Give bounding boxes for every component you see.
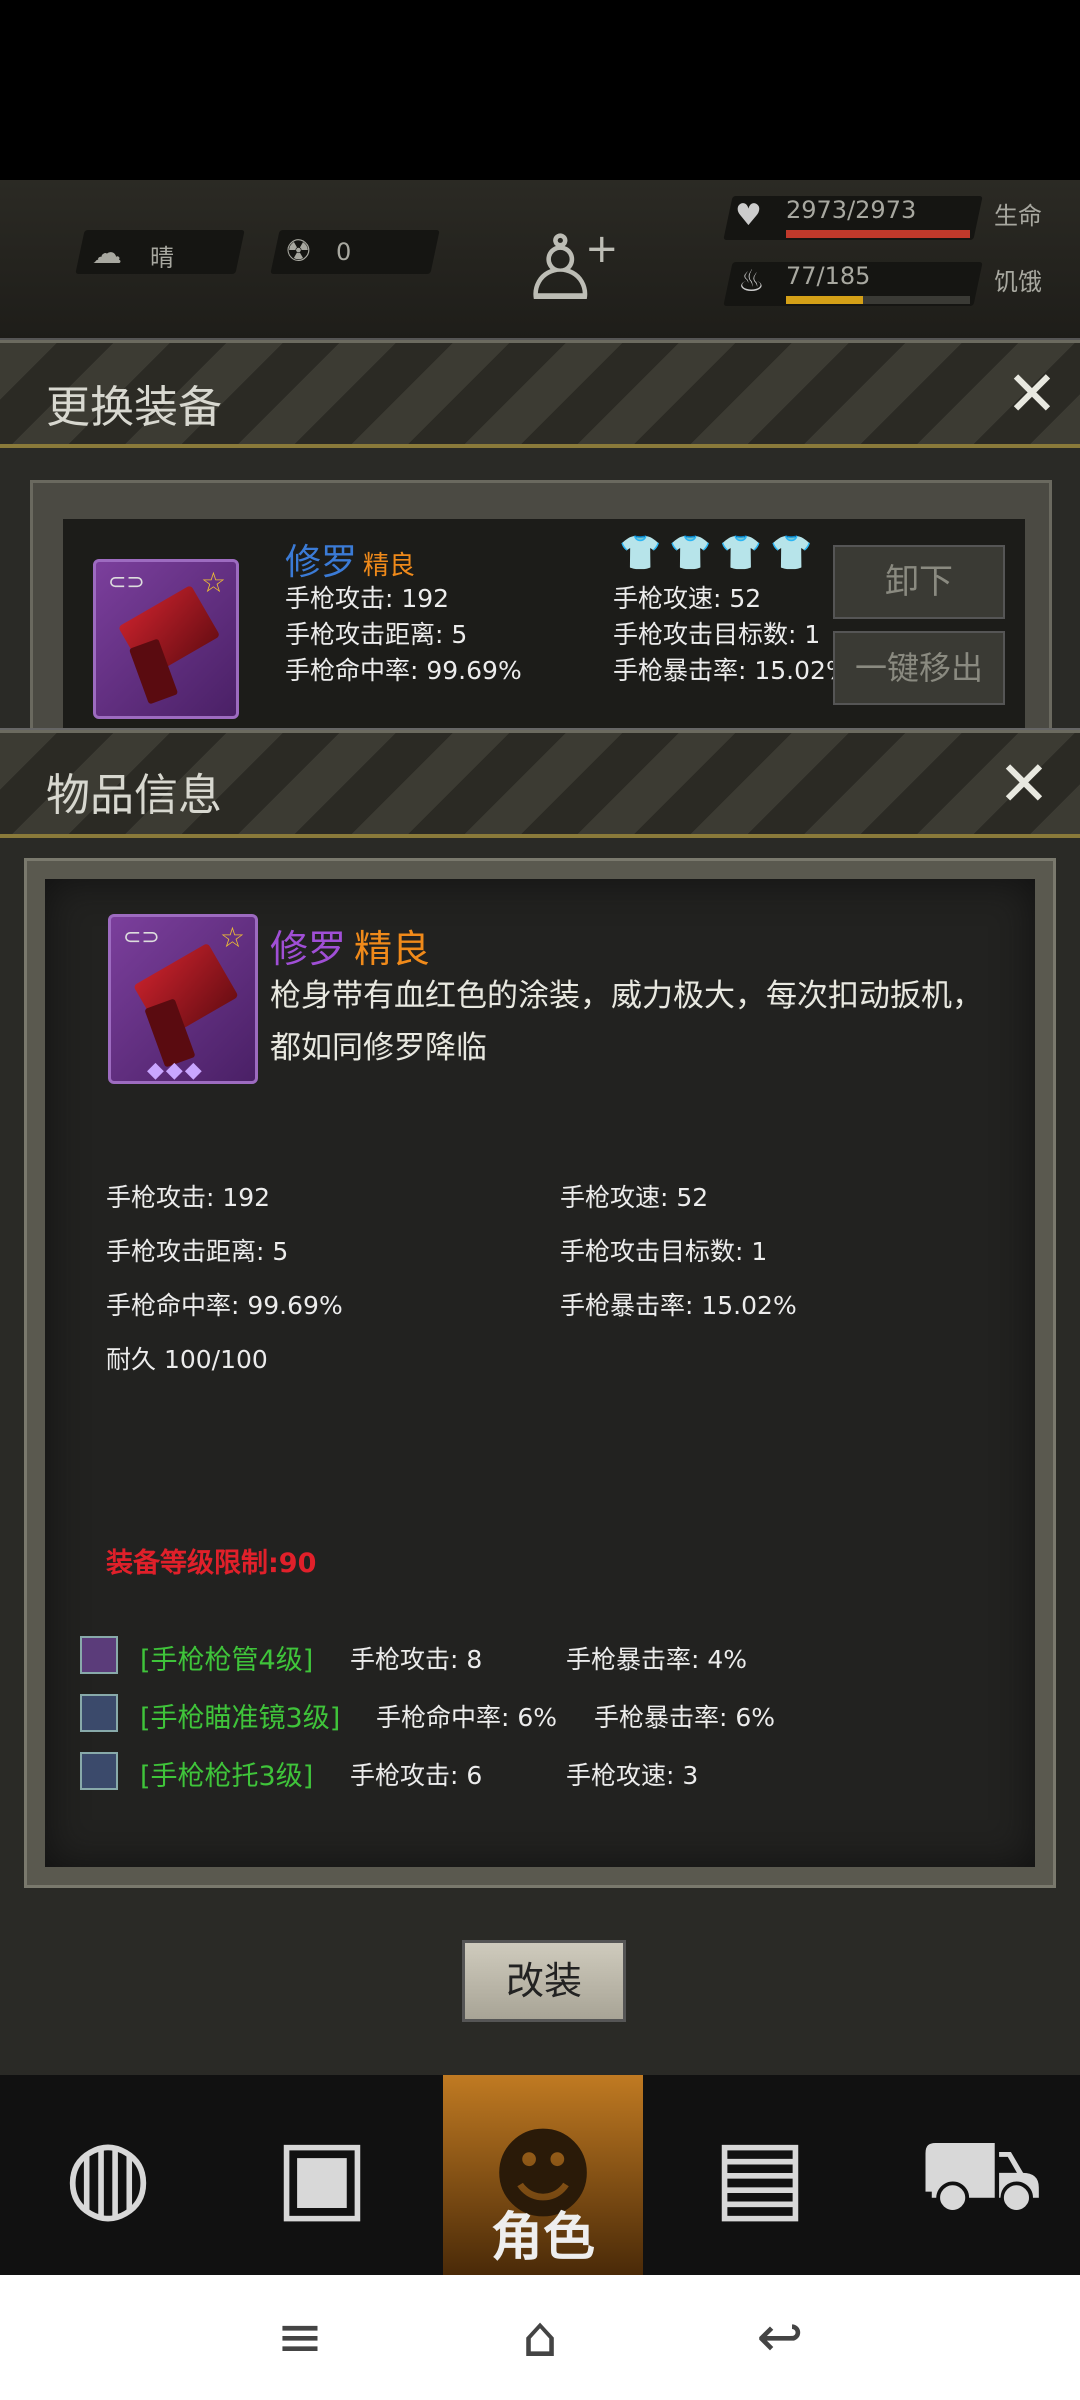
- hunger-text: 77/185: [786, 262, 871, 290]
- equipment-slot-frame: ⊂⊃ ☆ 修罗 精良 手枪攻击: 192 手枪攻速: 52 手枪攻击距离: 5 …: [30, 480, 1052, 740]
- radiation-value: 0: [336, 238, 352, 266]
- stat: 手枪攻击目标数: 1: [560, 1237, 768, 1266]
- system-nav-bar: ≡ ⌂ ↩: [0, 2275, 1080, 2400]
- status-hud: ☁ 晴 ☢ 0 ♙ + ♥ 2973/2973 生命 ♨ 77/185 饥饿: [0, 180, 1080, 340]
- health-text: 2973/2973: [786, 196, 917, 224]
- equipped-item-card[interactable]: ⊂⊃ ☆ 修罗 精良 手枪攻击: 192 手枪攻速: 52 手枪攻击距离: 5 …: [63, 519, 1025, 739]
- mod-name: [手枪枪托3级]: [140, 1761, 314, 1792]
- stock-mod-icon: [80, 1752, 118, 1790]
- stat: 手枪命中率: 99.69%: [285, 656, 522, 685]
- plus-icon: +: [585, 226, 619, 272]
- health-bar: [786, 230, 970, 238]
- mod-name: [手枪瞄准镜3级]: [140, 1703, 341, 1734]
- item-quality: 精良: [363, 551, 416, 581]
- barrel-mod-icon: [80, 1636, 118, 1674]
- close-icon[interactable]: ✕: [1006, 363, 1058, 425]
- stat: 手枪攻速: 52: [560, 1183, 709, 1212]
- pistol-icon: [132, 942, 239, 1040]
- hunger-label: 饥饿: [994, 268, 1042, 296]
- item-name: 修罗: [270, 927, 347, 971]
- stat: 手枪暴击率: 15.02%: [613, 656, 850, 685]
- hunger-icon: ♨: [738, 264, 765, 299]
- change-equipment-title: 更换装备: [46, 382, 222, 433]
- level-requirement: 装备等级限制:90: [106, 1548, 317, 1579]
- stat: 手枪攻速: 52: [613, 584, 762, 613]
- unequip-button[interactable]: 卸下: [833, 545, 1005, 619]
- tab-character[interactable]: ☻ 角色: [443, 2075, 643, 2275]
- cloud-sun-icon: ☁: [92, 236, 122, 271]
- gem-slots-icon: ◆◆◆: [147, 1058, 204, 1083]
- stat: 手枪攻击目标数: 1: [613, 620, 821, 649]
- item-description: 枪身带有血红色的涂装，威力极大，每次扣动扳机，都如同修罗降临: [270, 978, 983, 1066]
- close-icon[interactable]: ✕: [998, 753, 1050, 815]
- mod-stat: 手枪暴击率: 4%: [566, 1645, 748, 1674]
- item-name: 修罗: [285, 542, 358, 583]
- tab-character-label: 角色: [490, 2208, 595, 2268]
- weather-label: 晴: [150, 244, 174, 272]
- tab-shop[interactable]: ⛟: [878, 2075, 1078, 2275]
- change-equipment-panel: 更换装备 ✕ ⊂⊃ ☆ 修罗 精良 手枪攻击: 192 手枪攻速: 52 手枪攻…: [0, 338, 1080, 740]
- item-quality: 精良: [354, 927, 431, 971]
- home-icon[interactable]: ⌂: [490, 2293, 590, 2383]
- globe-icon: ◍: [64, 2116, 152, 2233]
- tab-backpack[interactable]: ▣: [222, 2075, 422, 2275]
- game-screen: ☁ 晴 ☢ 0 ♙ + ♥ 2973/2973 生命 ♨ 77/185 饥饿 更…: [0, 0, 1080, 2400]
- back-icon[interactable]: ↩: [730, 2293, 830, 2383]
- star-icon: ☆: [219, 921, 245, 954]
- item-icon[interactable]: ⊂⊃ ☆: [93, 559, 239, 719]
- item-title-row: 修罗 精良: [270, 918, 430, 973]
- stat: 手枪攻击距离: 5: [106, 1237, 289, 1266]
- item-info-title: 物品信息: [46, 770, 222, 821]
- health-bar-fill: [786, 230, 970, 238]
- mod-name: [手枪枪管4级]: [140, 1645, 314, 1676]
- star-icon: ☆: [200, 566, 226, 599]
- modify-button[interactable]: 改装: [462, 1940, 626, 2022]
- menu-icon[interactable]: ≡: [250, 2293, 350, 2383]
- hunger-bar-fill: [786, 296, 863, 304]
- stat: 手枪暴击率: 15.02%: [560, 1291, 797, 1320]
- mod-stat: 手枪攻速: 3: [566, 1761, 699, 1790]
- stat: 手枪攻击距离: 5: [285, 620, 468, 649]
- stat: 手枪命中率: 99.69%: [106, 1291, 343, 1320]
- tab-radio[interactable]: ▤: [660, 2075, 860, 2275]
- mod-stat: 手枪攻击: 6: [350, 1761, 483, 1790]
- scope-mod-icon: [80, 1694, 118, 1732]
- health-label: 生命: [994, 202, 1042, 230]
- walkie-talkie-icon: ▤: [712, 2116, 808, 2233]
- heart-icon: ♥: [735, 198, 762, 233]
- mod-stat: 手枪暴击率: 6%: [594, 1703, 776, 1732]
- bottom-tab-bar: ◍ ▣ ☻ 角色 ▤ ⛟: [0, 2075, 1080, 2275]
- mod-stat: 手枪命中率: 6%: [376, 1703, 558, 1732]
- item-icon: ⊂⊃ ☆ ◆◆◆: [108, 914, 258, 1084]
- radiation-icon: ☢: [285, 234, 312, 269]
- link-icon: ⊂⊃: [123, 925, 160, 950]
- armor-slot-icons: 👕👕👕👕: [619, 533, 821, 573]
- item-info-header: 物品信息 ✕: [0, 730, 1080, 838]
- link-icon: ⊂⊃: [108, 570, 145, 595]
- cart-icon: ⛟: [918, 2116, 1044, 2233]
- stat: 手枪攻击: 192: [106, 1183, 271, 1212]
- change-equipment-header: 更换装备 ✕: [0, 340, 1080, 448]
- mod-stat: 手枪攻击: 8: [350, 1645, 483, 1674]
- tab-map[interactable]: ◍: [8, 2075, 208, 2275]
- stat: 手枪攻击: 192: [285, 584, 450, 613]
- durability: 耐久 100/100: [106, 1345, 268, 1374]
- move-out-button[interactable]: 一键移出: [833, 631, 1005, 705]
- hunger-bar: [786, 296, 970, 304]
- backpack-icon: ▣: [274, 2116, 370, 2233]
